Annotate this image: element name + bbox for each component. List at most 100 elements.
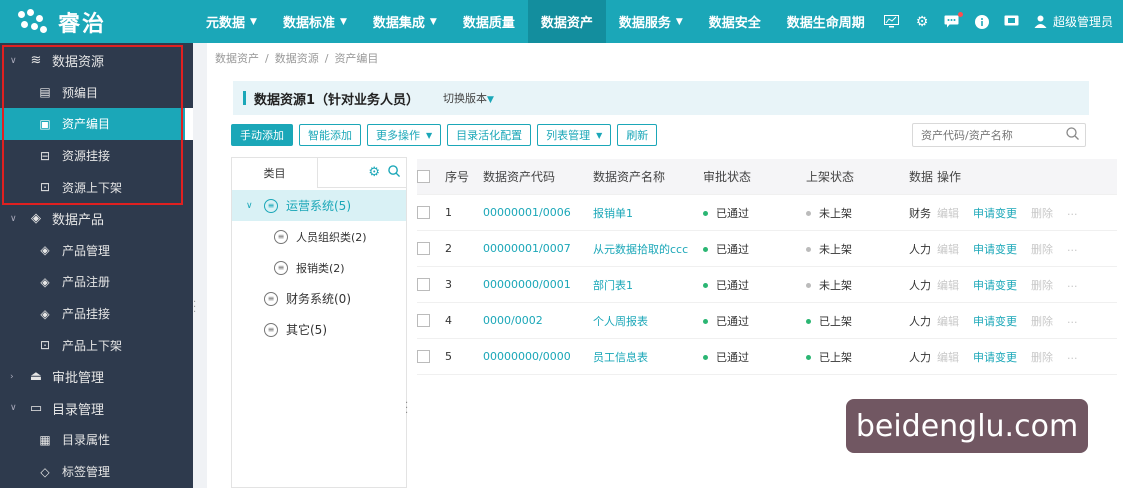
request-change-action[interactable]: 申请变更 [973,349,1017,365]
sidebar-item[interactable]: ▤ 预编目 [0,77,193,109]
message-icon[interactable] [944,11,963,30]
delete-action[interactable]: 删除 [1031,313,1053,329]
column-header-ops: 操作 [937,168,1117,185]
tree-node[interactable]: ∨ ≡ 运营系统(5) [232,190,406,221]
more-ops-dropdown[interactable]: 更多操作 ▼ [367,124,442,146]
edit-action[interactable]: 编辑 [937,349,959,365]
sidebar-item[interactable]: ▦ 目录属性 [0,424,193,456]
app-logo[interactable]: 睿治 [0,0,193,43]
shelf-status-label: 已上架 [819,314,852,328]
asset-code-link[interactable]: 0000/0002 [483,314,593,327]
row-checkbox[interactable] [417,314,430,327]
info-icon[interactable] [974,14,990,30]
more-actions[interactable]: ... [1067,205,1078,221]
breadcrumb-item[interactable]: 数据资产 [215,50,259,66]
tree-settings-icon[interactable]: ⚙ [368,165,380,181]
search-icon[interactable] [1066,127,1079,144]
switch-version-dropdown[interactable]: 切换版本▼ [443,90,494,106]
asset-name-link[interactable]: 个人周报表 [593,313,703,329]
row-checkbox[interactable] [417,278,430,291]
asset-name-link[interactable]: 从元数据拾取的ccc [593,241,703,257]
tree-node[interactable]: ≡ 财务系统(0) [232,283,406,314]
asset-name-link[interactable]: 员工信息表 [593,349,703,365]
sidebar-group[interactable]: ∨ ▭ 目录管理 [0,393,193,425]
gear-icon[interactable]: ⚙ [914,14,930,30]
edit-action[interactable]: 编辑 [937,313,959,329]
tree-nodes: ∨ ≡ 运营系统(5) ≡ 人员组织类(2) ≡ 报销类(2) ≡ 财务系统(0) ≡ 其它(5) [232,188,406,345]
delete-action[interactable]: 删除 [1031,205,1053,221]
audit-status-label: 已通过 [716,206,749,220]
delete-action[interactable]: 删除 [1031,241,1053,257]
edit-action[interactable]: 编辑 [937,205,959,221]
breadcrumb: 数据资产 / 数据资源 / 资产编目 [207,43,1123,73]
breadcrumb-item[interactable]: 数据资源 [275,50,319,66]
sidebar-group[interactable]: ∨ ◈ 数据产品 [0,203,193,235]
nav-item-label: 数据标准 [282,16,335,31]
tree-node[interactable]: ≡ 人员组织类(2) [232,221,406,252]
sidebar-item[interactable]: ◈ 产品管理 [0,235,193,267]
sidebar-splitter-handle[interactable]: · · · [193,298,196,318]
request-change-action[interactable]: 申请变更 [973,241,1017,257]
manual-add-button[interactable]: 手动添加 [231,124,293,146]
select-all-checkbox[interactable] [417,170,430,183]
nav-item[interactable]: 数据质量 [450,0,528,43]
asset-code-link[interactable]: 00000000/0001 [483,278,593,291]
nav-item[interactable]: 数据资产 [527,0,606,43]
more-actions[interactable]: ... [1067,313,1078,329]
more-actions[interactable]: ... [1067,241,1078,257]
breadcrumb-item[interactable]: 资产编目 [334,50,378,66]
delete-action[interactable]: 删除 [1031,277,1053,293]
tree-node[interactable]: ≡ 报销类(2) [232,252,406,283]
sidebar-group[interactable]: ∨ ≋ 数据资源 [0,45,193,77]
tree-node[interactable]: ≡ 其它(5) [232,314,406,345]
request-change-action[interactable]: 申请变更 [973,205,1017,221]
tree-search-icon[interactable] [388,164,401,181]
sidebar-item[interactable]: ◈ 产品挂接 [0,298,193,330]
asset-code-link[interactable]: 00000001/0007 [483,242,593,255]
tab-category[interactable]: 类目 [232,157,318,188]
refresh-button[interactable]: 刷新 [617,124,658,146]
sidebar-group[interactable]: › ⏏ 审批管理 [0,361,193,393]
asset-name-link[interactable]: 报销单1 [593,205,703,221]
row-checkbox[interactable] [417,242,430,255]
breadcrumb-separator: / [324,51,329,65]
sidebar-item[interactable]: ◈ 产品注册 [0,266,193,298]
select-all-cell[interactable] [417,170,445,183]
nav-item[interactable]: 数据服务 ▼ [606,0,696,43]
nav-item[interactable]: 数据标准 ▼ [270,0,360,43]
asset-code-link[interactable]: 00000000/0000 [483,350,593,363]
nav-item[interactable]: 元数据 ▼ [193,0,270,43]
edit-action[interactable]: 编辑 [937,241,959,257]
smart-add-button[interactable]: 智能添加 [299,124,361,146]
row-number: 1 [445,206,452,219]
row-checkbox[interactable] [417,350,430,363]
request-change-action[interactable]: 申请变更 [973,313,1017,329]
request-change-action[interactable]: 申请变更 [973,277,1017,293]
search-input[interactable] [921,128,1061,142]
delete-action[interactable]: 删除 [1031,349,1053,365]
edit-action[interactable]: 编辑 [937,277,959,293]
logo-text: 睿治 [58,11,107,37]
sidebar-item[interactable]: ⊡ 产品上下架 [0,329,193,361]
row-number: 2 [445,242,452,255]
row-checkbox[interactable] [417,206,430,219]
sidebar-item[interactable]: ◇ 标签管理 [0,456,193,488]
more-actions[interactable]: ... [1067,349,1078,365]
catalog-config-button[interactable]: 目录活化配置 [447,124,532,146]
sidebar-item[interactable]: ▣ 资产编目 [0,108,193,140]
more-actions[interactable]: ... [1067,277,1078,293]
asset-name-link[interactable]: 部门表1 [593,277,703,293]
nav-item[interactable]: 数据集成 ▼ [360,0,450,43]
asset-code-link[interactable]: 00000001/0006 [483,206,593,219]
user-menu[interactable]: 超级管理员 [1034,13,1113,30]
catalog-config-label: 目录活化配置 [456,129,523,142]
nav-item[interactable]: 数据生命周期 [774,0,878,43]
panel-splitter-handle[interactable]: · · · [405,399,408,419]
sidebar-item[interactable]: ⊡ 资源上下架 [0,171,193,203]
column-header-shelf: 上架状态 [806,168,909,185]
list-manage-dropdown[interactable]: 列表管理 ▼ [537,124,612,146]
screen-icon[interactable] [1004,14,1020,30]
monitor-chart-icon[interactable] [884,14,900,30]
sidebar-item[interactable]: ⊟ 资源挂接 [0,140,193,172]
nav-item[interactable]: 数据安全 [696,0,774,43]
